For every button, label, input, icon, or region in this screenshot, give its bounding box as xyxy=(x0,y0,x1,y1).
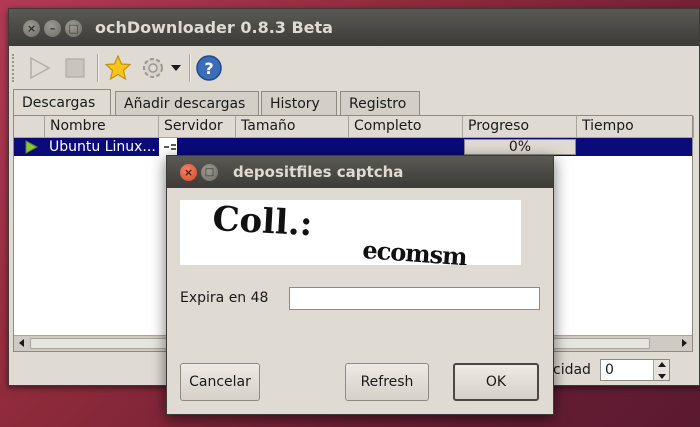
captcha-dialog: × □ depositfiles captcha Coll.: ecomsm E… xyxy=(166,155,554,415)
dialog-title: depositfiles captcha xyxy=(233,163,404,181)
scroll-left-arrow[interactable] xyxy=(16,338,28,350)
captcha-input[interactable] xyxy=(289,287,540,310)
captcha-image: Coll.: ecomsm xyxy=(180,199,521,271)
tab-descargas[interactable]: Descargas xyxy=(13,89,111,115)
column-header-completo[interactable]: Completo xyxy=(349,116,463,138)
scroll-right-arrow[interactable] xyxy=(678,338,690,350)
row-progress: 0% xyxy=(464,139,576,155)
dialog-close-button[interactable]: × xyxy=(180,164,197,181)
favorites-button[interactable] xyxy=(102,52,134,84)
title-bar[interactable]: × – □ ochDownloader 0.8.3 Beta xyxy=(9,9,699,46)
toolbar-separator xyxy=(189,54,190,82)
dropdown-arrow-icon xyxy=(171,65,181,71)
table-row[interactable]: Ubuntu Linux... 0% xyxy=(14,138,692,156)
window-title: ochDownloader 0.8.3 Beta xyxy=(95,18,333,37)
help-icon: ? xyxy=(196,55,222,81)
help-icon-glyph: ? xyxy=(204,59,213,78)
spin-down-icon[interactable] xyxy=(657,372,667,381)
window-maximize-button[interactable]: □ xyxy=(65,20,82,37)
settings-gear-icon xyxy=(143,58,163,78)
captcha-picture: Coll.: ecomsm xyxy=(212,199,469,271)
cancel-button[interactable]: Cancelar xyxy=(180,363,260,401)
stop-button[interactable] xyxy=(59,52,91,84)
settings-button[interactable] xyxy=(137,52,169,84)
column-header-nombre[interactable]: Nombre xyxy=(45,116,159,138)
column-header-tiempo[interactable]: Tiempo xyxy=(577,116,694,138)
play-icon xyxy=(30,56,51,80)
stop-icon xyxy=(65,58,85,78)
tab-anadir-descargas[interactable]: Añadir descargas xyxy=(115,91,259,115)
column-header-progreso[interactable]: Progreso xyxy=(463,116,577,138)
column-header-status[interactable] xyxy=(14,116,45,138)
speed-limit-label: cidad xyxy=(553,362,591,378)
server-icon xyxy=(159,138,177,156)
left-arrow-icon xyxy=(19,339,24,347)
spin-up-icon[interactable] xyxy=(657,360,667,369)
captcha-text-bottom: ecomsm xyxy=(362,235,469,265)
ok-button[interactable]: OK xyxy=(453,363,539,401)
tab-history[interactable]: History xyxy=(261,91,337,115)
toolbar-separator xyxy=(97,54,98,82)
play-status-icon xyxy=(25,140,39,154)
speed-limit-spinbox[interactable]: 0 xyxy=(600,359,670,381)
table-header: Nombre Servidor Tamaño Completo Progreso… xyxy=(14,116,694,138)
refresh-button[interactable]: Refresh xyxy=(345,363,429,401)
dialog-title-bar[interactable]: × □ depositfiles captcha xyxy=(167,156,553,188)
captcha-text-top: Coll.: xyxy=(212,200,314,244)
server-favicon-icon xyxy=(164,144,176,150)
toolbar-grip[interactable] xyxy=(12,54,17,82)
favorite-star-icon xyxy=(104,54,132,81)
column-header-tamano[interactable]: Tamaño xyxy=(236,116,349,138)
start-button[interactable] xyxy=(23,52,55,84)
dialog-maximize-button[interactable]: □ xyxy=(201,164,218,181)
help-button[interactable]: ? xyxy=(193,52,225,84)
expira-label: Expira en 48 xyxy=(180,290,269,306)
right-arrow-icon xyxy=(682,339,687,347)
speed-limit-value[interactable]: 0 xyxy=(605,362,614,378)
toolbar: ? xyxy=(9,46,699,88)
row-nombre: Ubuntu Linux... xyxy=(49,139,156,155)
spin-arrows[interactable] xyxy=(653,360,669,380)
window-close-button[interactable]: × xyxy=(23,20,40,37)
tab-registro[interactable]: Registro xyxy=(340,91,420,115)
row-status xyxy=(20,138,42,156)
window-minimize-button[interactable]: – xyxy=(44,20,61,37)
column-header-servidor[interactable]: Servidor xyxy=(159,116,236,138)
settings-dropdown-button[interactable] xyxy=(167,52,185,84)
